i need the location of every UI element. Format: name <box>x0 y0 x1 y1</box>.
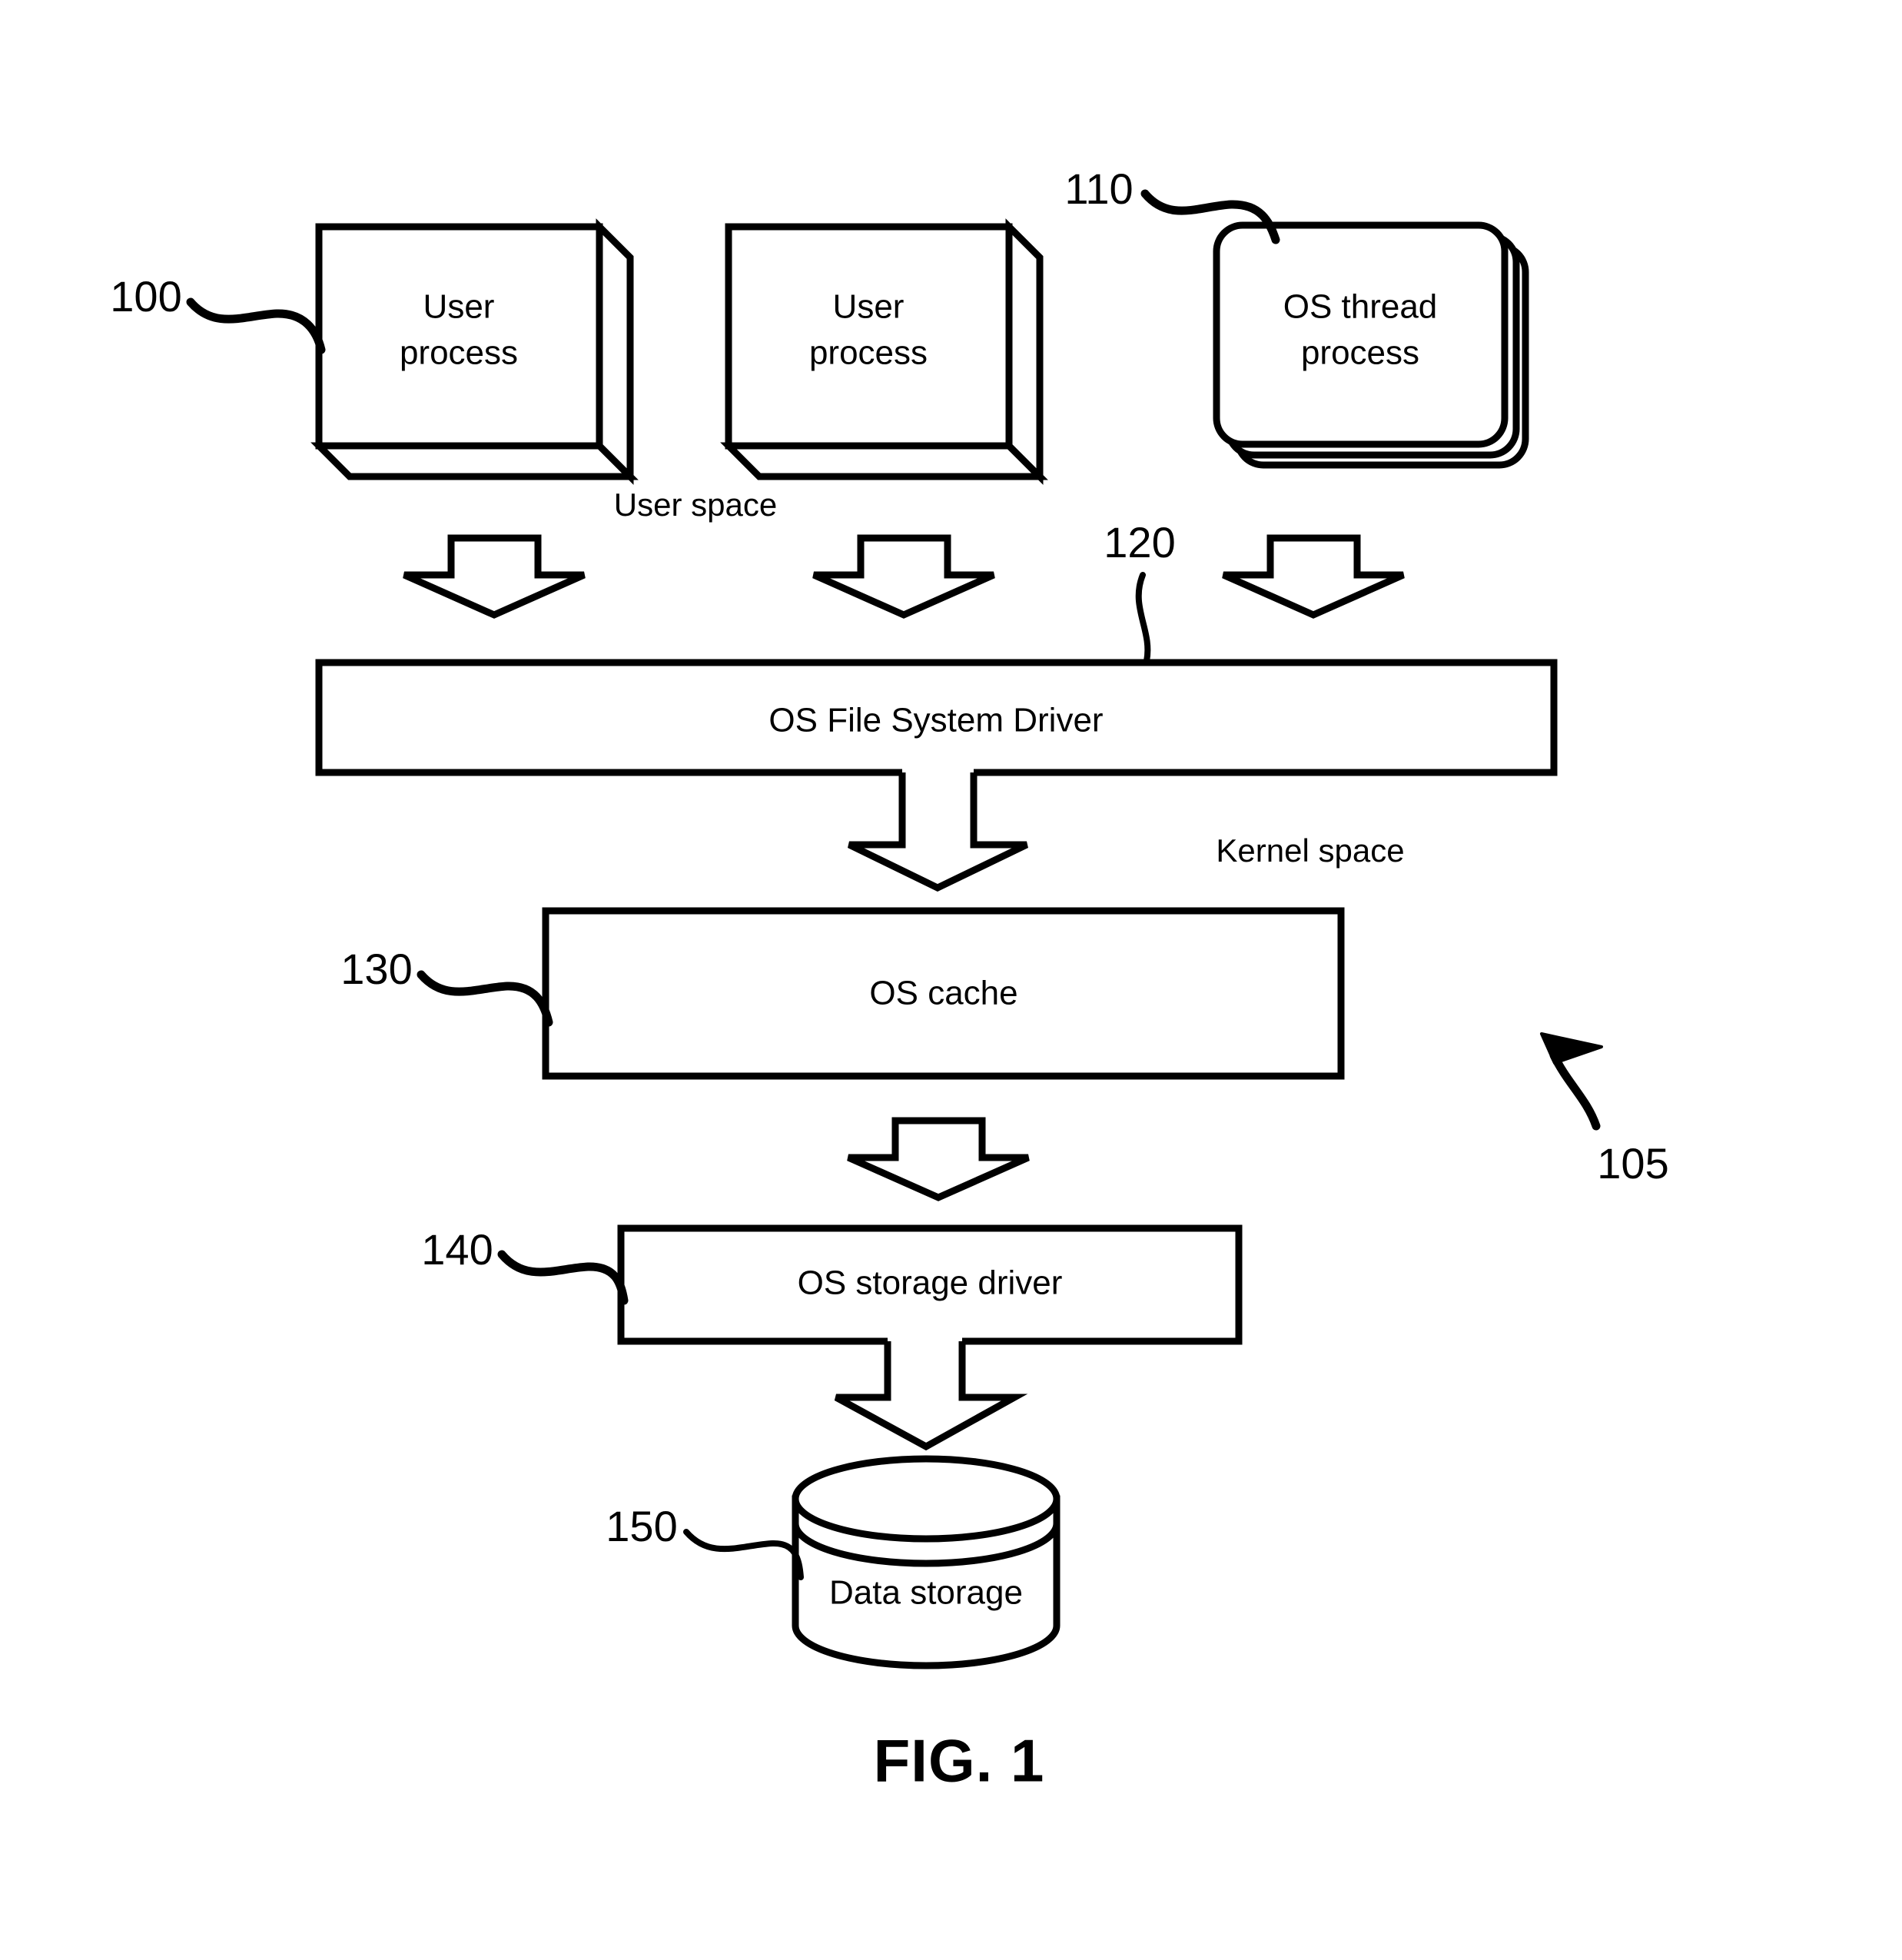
user-process-2-right-face <box>1005 218 1044 485</box>
data-storage-label: Data storage <box>829 1574 1023 1612</box>
reference-numeral-110: 110 <box>1064 164 1133 213</box>
os-cache-label: OS cache <box>869 975 1017 1012</box>
user-process-1-label-line2: process <box>400 334 518 372</box>
user-process-2-bottom-face <box>720 442 1048 480</box>
user-space-label: User space <box>614 487 777 523</box>
os-thread-process-label-line2: process <box>1301 334 1419 372</box>
reference-numeral-120: 120 <box>1104 518 1175 566</box>
user-process-1-label-line1: User <box>423 288 495 326</box>
reference-numeral-130: 130 <box>340 945 412 993</box>
user-process-1-right-face <box>596 218 634 485</box>
reference-numeral-100: 100 <box>110 272 181 321</box>
user-process-1-block: User process <box>310 218 639 485</box>
figure-container: User process 100 User process OS thread … <box>0 0 1902 1960</box>
reference-numeral-140: 140 <box>421 1225 493 1274</box>
os-cache-block: OS cache <box>542 907 1345 1080</box>
user-process-2-label-line2: process <box>809 334 928 372</box>
user-process-2-label-line1: User <box>833 288 905 326</box>
reference-numeral-150: 150 <box>606 1502 677 1550</box>
patent-figure-diagram: User process 100 User process OS thread … <box>0 0 1902 1960</box>
figure-caption: FIG. 1 <box>874 1727 1045 1795</box>
kernel-space-label: Kernel space <box>1216 832 1404 869</box>
user-process-2-block: User process <box>720 218 1048 485</box>
reference-numeral-105: 105 <box>1597 1139 1668 1188</box>
os-thread-process-label-line1: OS thread <box>1283 288 1438 326</box>
os-file-system-driver-label: OS File System Driver <box>768 702 1103 739</box>
os-thread-process-block: OS thread process <box>1213 221 1529 469</box>
user-process-1-bottom-face <box>310 442 639 480</box>
os-storage-driver-label: OS storage driver <box>798 1264 1063 1302</box>
data-storage-top-ellipse <box>792 1455 1061 1543</box>
data-storage-cylinder: Data storage <box>792 1455 1061 1669</box>
